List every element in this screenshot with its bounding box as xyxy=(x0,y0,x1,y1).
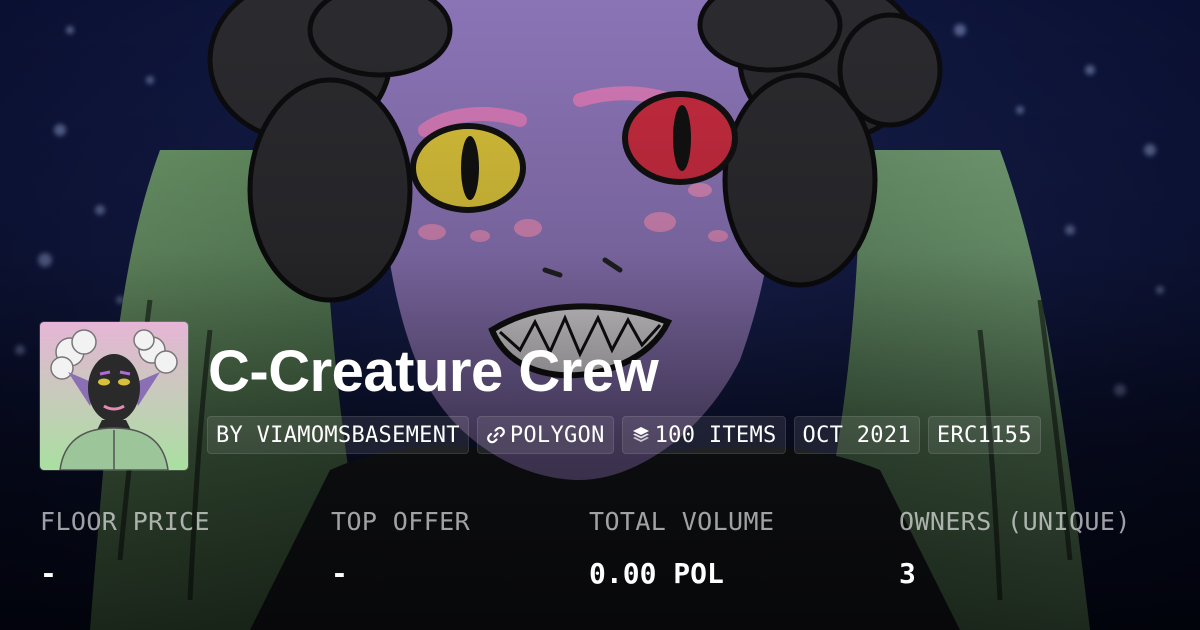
items-label: 100 ITEMS xyxy=(654,422,777,448)
token-standard-label: ERC1155 xyxy=(936,422,1032,448)
stat-value: 0.00 POL xyxy=(589,557,724,590)
stat-label: TOTAL VOLUME xyxy=(589,507,775,536)
collection-avatar[interactable] xyxy=(40,322,188,470)
creator-label: BY VIAMOMSBASEMENT xyxy=(216,422,460,448)
collection-title: C-Creature Crew xyxy=(208,339,659,404)
stat-floor-price: FLOOR PRICE - xyxy=(40,505,210,591)
stat-label: OWNERS (UNIQUE) xyxy=(899,507,1131,536)
stat-value: - xyxy=(40,557,57,590)
chain-pill[interactable]: POLYGON xyxy=(476,416,614,454)
stat-owners: OWNERS (UNIQUE) 3 xyxy=(899,505,1131,591)
creature-avatar-image xyxy=(40,322,188,470)
created-date-label: OCT 2021 xyxy=(802,422,911,448)
stat-label: TOP OFFER xyxy=(331,507,471,536)
collection-meta-pills: BY VIAMOMSBASEMENT POLYGON 100 ITEMS OCT… xyxy=(207,416,1041,454)
collection-banner: C-Creature Crew BY VIAMOMSBASEMENT POLYG… xyxy=(0,0,1200,630)
token-standard-pill: ERC1155 xyxy=(927,416,1041,454)
link-icon xyxy=(486,425,506,445)
stat-top-offer: TOP OFFER - xyxy=(331,505,470,591)
stat-value: - xyxy=(331,557,348,590)
stat-total-volume: TOTAL VOLUME 0.00 POL xyxy=(589,505,774,591)
chain-label: POLYGON xyxy=(509,422,605,448)
layers-icon xyxy=(631,425,651,445)
items-pill[interactable]: 100 ITEMS xyxy=(621,416,786,454)
creator-pill[interactable]: BY VIAMOMSBASEMENT xyxy=(207,416,469,454)
stat-label: FLOOR PRICE xyxy=(40,507,210,536)
created-date-pill: OCT 2021 xyxy=(793,416,920,454)
stat-value: 3 xyxy=(899,557,916,590)
